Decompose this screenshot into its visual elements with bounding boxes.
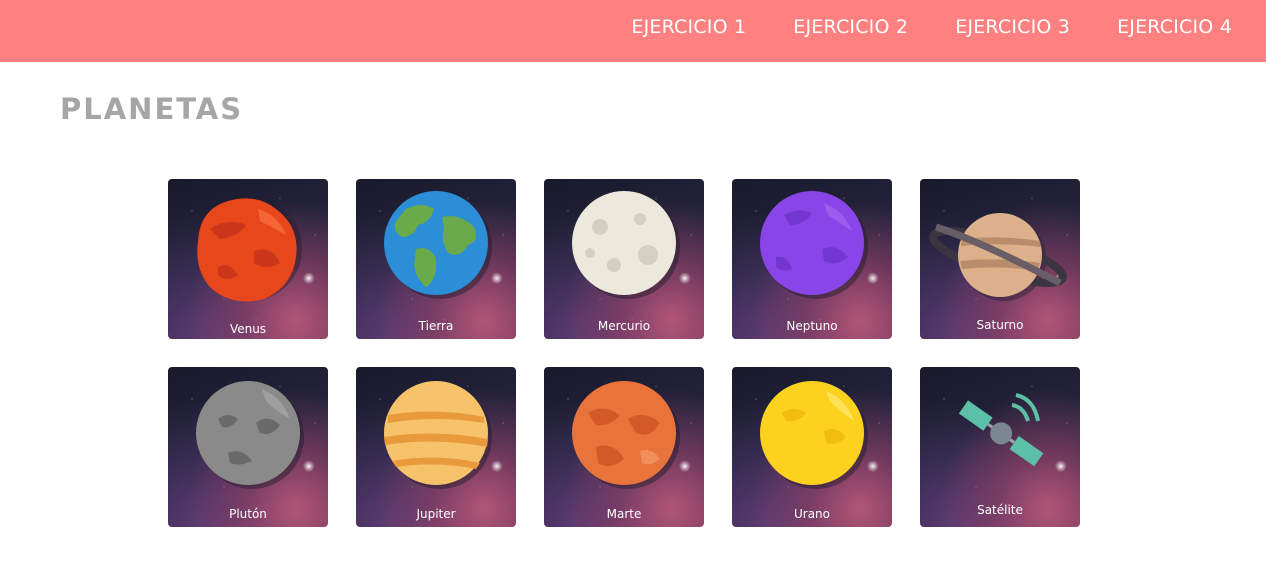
planet-label-satelite: Satélite (977, 503, 1023, 517)
planet-card-mercurio[interactable]: Mercurio (544, 179, 704, 339)
venus-planet-icon (197, 197, 302, 302)
nav-link-ejercicio-4[interactable]: EJERCICIO 4 (1117, 16, 1232, 38)
nav-link-ejercicio-3[interactable]: EJERCICIO 3 (955, 16, 1070, 38)
nav-link-ejercicio-2[interactable]: EJERCICIO 2 (793, 16, 908, 38)
planet-card-saturno[interactable]: Saturno (920, 179, 1080, 339)
planet-card-satelite[interactable]: Satélite (920, 367, 1080, 527)
pluto-planet-icon (196, 381, 304, 489)
planet-label-urano: Urano (793, 507, 831, 521)
nav-link-ejercicio-1[interactable]: EJERCICIO 1 (631, 16, 746, 38)
planet-card-tierra[interactable]: Tierra (356, 179, 516, 339)
planet-card-venus[interactable]: Venus (168, 179, 328, 339)
planet-label-tierra: Tierra (418, 319, 454, 333)
planet-card-pluton[interactable]: Plutón (168, 367, 328, 527)
saturn-planet-icon (929, 213, 1067, 301)
top-nav-bar: EJERCICIO 1 EJERCICIO 2 EJERCICIO 3 EJER… (0, 0, 1266, 62)
planet-label-saturno: Saturno (976, 318, 1024, 332)
planet-card-urano[interactable]: Urano (732, 367, 892, 527)
planet-label-marte: Marte (606, 507, 642, 521)
planet-label-jupiter: Jupiter (416, 507, 456, 521)
planet-grid: Venus Tierra Mercurio Neptuno Saturno Pl… (168, 179, 1088, 539)
planet-card-jupiter[interactable]: Jupiter (356, 367, 516, 527)
uranus-planet-icon (760, 381, 868, 489)
neptune-planet-icon (760, 191, 868, 299)
planet-card-neptuno[interactable]: Neptuno (732, 179, 892, 339)
main-nav: EJERCICIO 1 EJERCICIO 2 EJERCICIO 3 EJER… (584, 0, 1232, 54)
earth-planet-icon (384, 191, 492, 299)
mars-planet-icon (572, 381, 680, 489)
planet-label-pluton: Plutón (229, 507, 267, 521)
jupiter-planet-icon (384, 381, 492, 489)
planet-label-mercurio: Mercurio (597, 319, 651, 333)
page-title: PLANETAS (60, 92, 244, 126)
planet-label-neptuno: Neptuno (786, 319, 838, 333)
planet-label-venus: Venus (229, 322, 267, 336)
planet-card-marte[interactable]: Marte (544, 367, 704, 527)
mercury-planet-icon (572, 191, 680, 299)
